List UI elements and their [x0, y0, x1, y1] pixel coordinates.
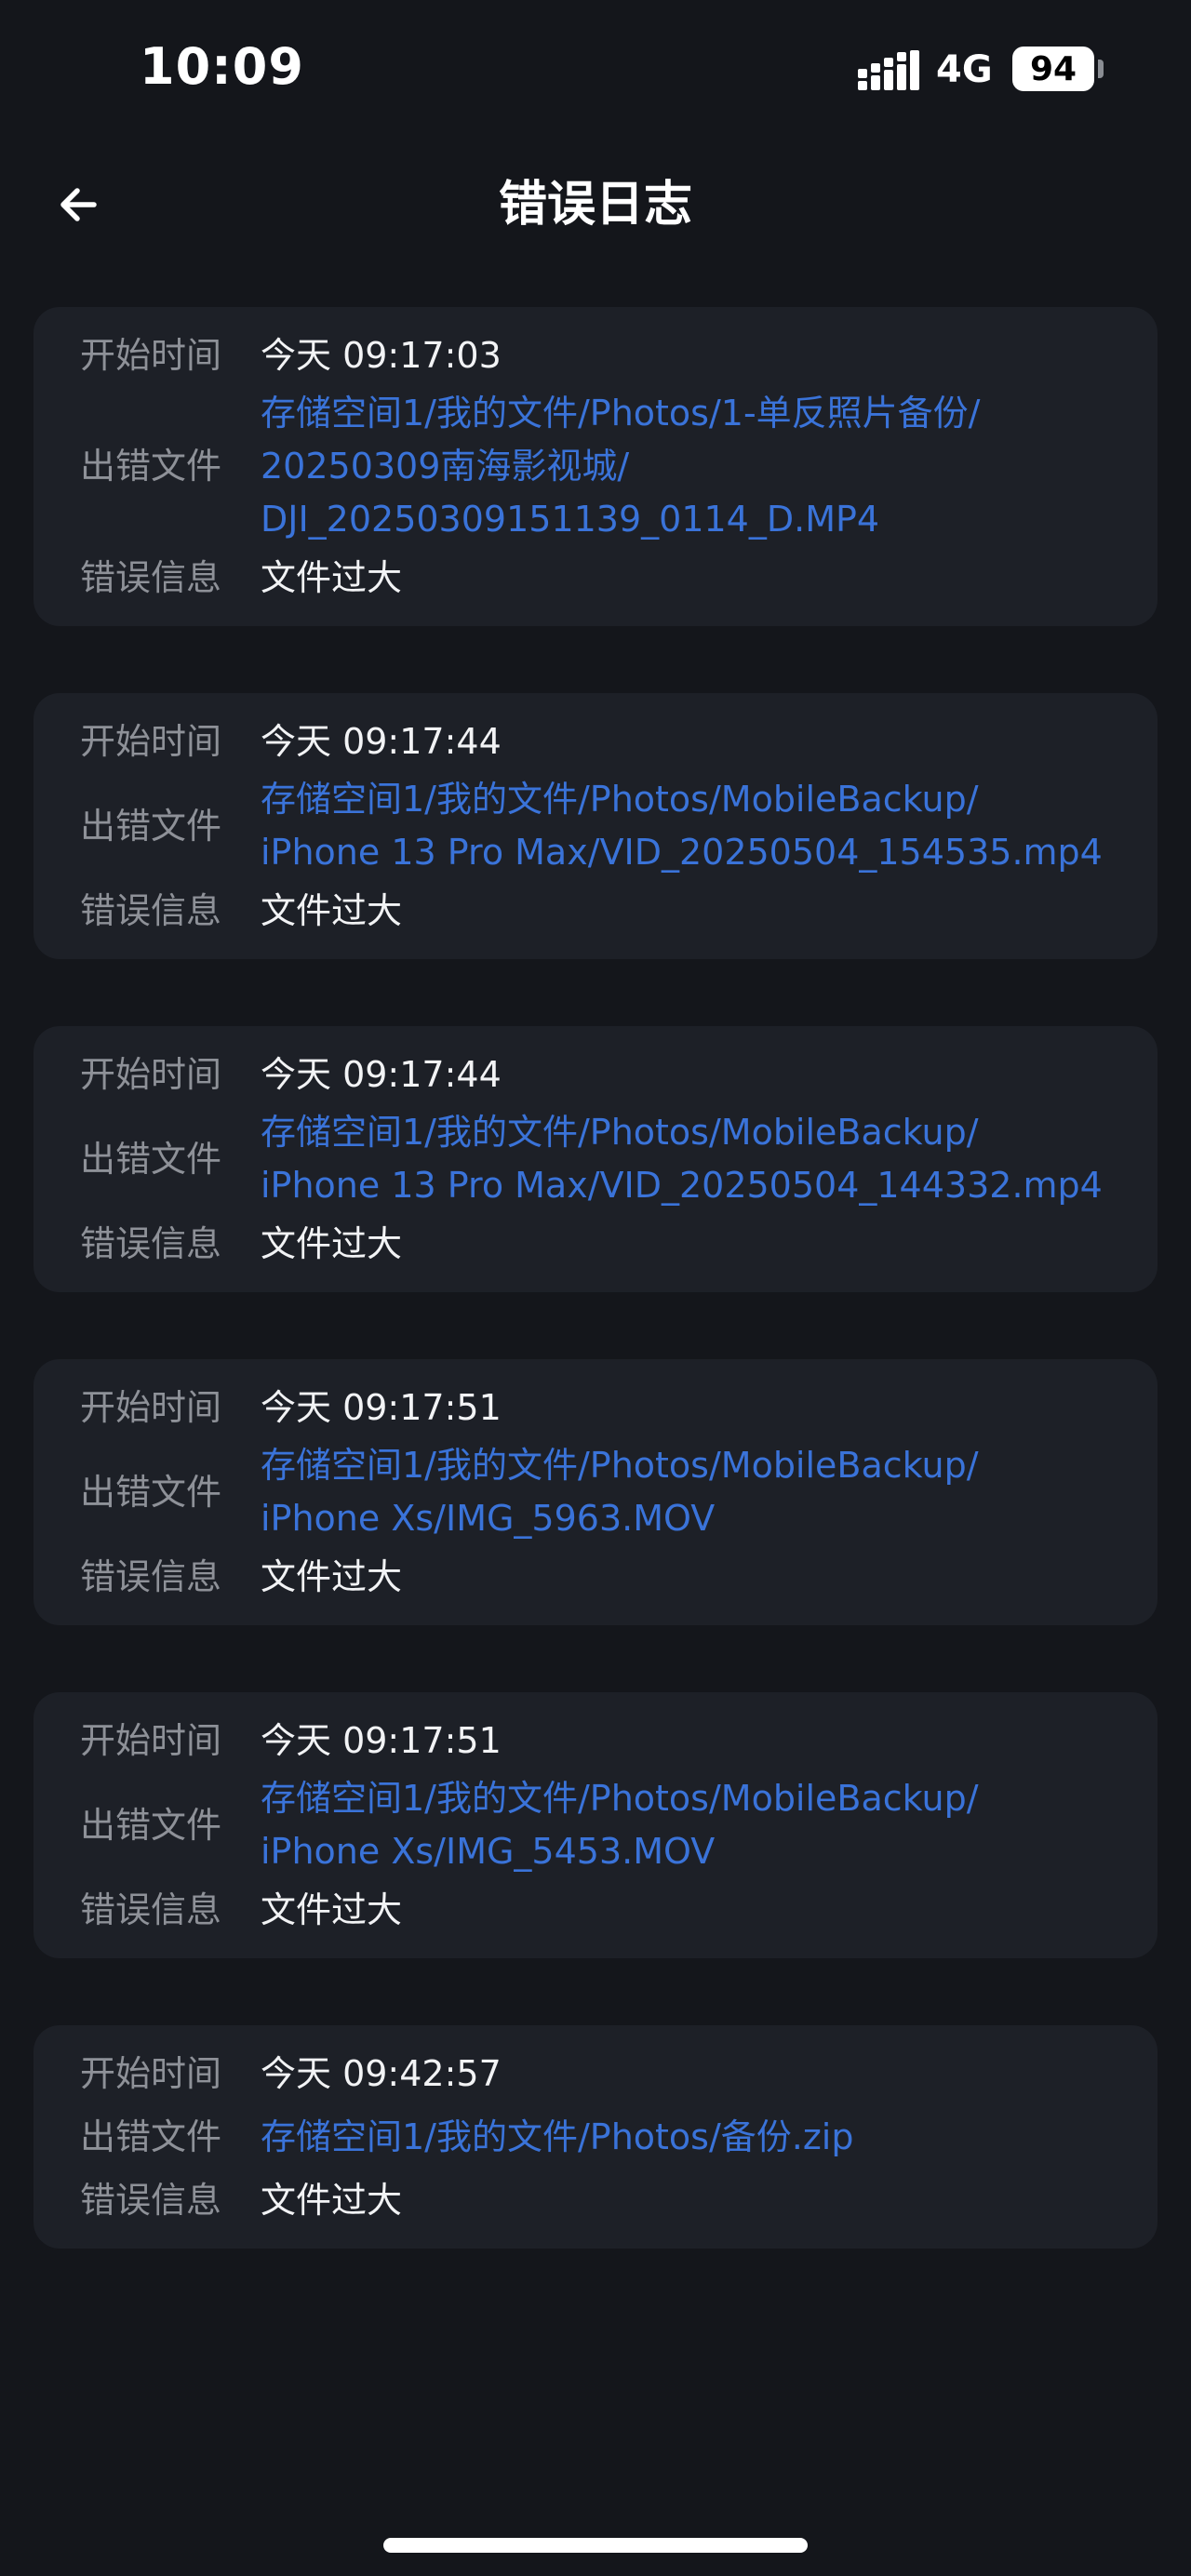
error-info-value-line: 文件过大 — [261, 1222, 403, 1264]
signal-icon — [858, 50, 919, 90]
error-file-row: 出错文件 存储空间1/我的文件/Photos/备份.zip — [33, 2105, 1158, 2169]
error-info-value: 文件过大 — [261, 2174, 439, 2227]
error-file-value-line: DJI_20250309151139_0114_D.MP4 — [261, 499, 880, 540]
page-title: 错误日志 — [498, 177, 692, 233]
battery-tip — [1098, 60, 1104, 78]
error-file-label: 出错文件 — [80, 1138, 222, 1180]
start-time-label: 开始时间 — [80, 1719, 222, 1761]
error-file-value-line: iPhone Xs/IMG_5453.MOV — [261, 1831, 716, 1872]
error-file-row: 出错文件 存储空间1/我的文件/Photos/MobileBackup/iPhon… — [33, 1439, 1158, 1545]
start-time-row: 开始时间 今天 09:17:03 — [33, 324, 1158, 387]
error-info-value-line: 文件过大 — [261, 2179, 403, 2221]
log-card: 开始时间 今天 09:17:44 出错文件 存储空间1/我的文件/Photos/Mob… — [33, 1026, 1158, 1292]
home-indicator[interactable] — [383, 2538, 808, 2553]
log-card: 开始时间 今天 09:17:44 出错文件 存储空间1/我的文件/Photos/Mob… — [33, 693, 1158, 959]
start-time-label: 开始时间 — [80, 1053, 222, 1095]
error-info-row: 错误信息 文件过大 — [33, 1212, 1158, 1275]
start-time-value: 今天 09:42:57 — [261, 2048, 539, 2101]
error-info-label: 错误信息 — [80, 1889, 222, 1930]
error-file-label: 出错文件 — [80, 805, 222, 847]
start-time-value-line: 今天 09:17:51 — [261, 1386, 502, 1428]
error-file-value-line: iPhone 13 Pro Max/VID_20250504_144332.mp… — [261, 1165, 1103, 1206]
error-file-label: 出错文件 — [80, 446, 222, 487]
log-card: 开始时间 今天 09:17:51 出错文件 存储空间1/我的文件/Photos/Mob… — [33, 1359, 1158, 1625]
error-file-value-line: 存储空间1/我的文件/Photos/MobileBackup/ — [261, 1778, 979, 1819]
error-file-row: 出错文件 存储空间1/我的文件/Photos/1-单反照片备份/20250309南… — [33, 387, 1158, 546]
log-card: 开始时间 今天 09:17:51 出错文件 存储空间1/我的文件/Photos/Mob… — [33, 1692, 1158, 1958]
error-info-label: 错误信息 — [80, 556, 222, 598]
error-file-value-line: 存储空间1/我的文件/Photos/MobileBackup/ — [261, 779, 979, 820]
error-info-label: 错误信息 — [80, 889, 222, 931]
error-info-row: 错误信息 文件过大 — [33, 879, 1158, 942]
start-time-label: 开始时间 — [80, 720, 222, 762]
start-time-label: 开始时间 — [80, 1386, 222, 1428]
error-file-value[interactable]: 存储空间1/我的文件/Photos/备份.zip — [261, 2111, 891, 2164]
error-info-value: 文件过大 — [261, 552, 439, 605]
battery-level: 94 — [1029, 49, 1077, 88]
error-file-label: 出错文件 — [80, 1804, 222, 1846]
start-time-value: 今天 09:17:51 — [261, 1381, 539, 1435]
start-time-label: 开始时间 — [80, 334, 222, 376]
error-file-value[interactable]: 存储空间1/我的文件/Photos/MobileBackup/iPhone 13… — [261, 773, 1140, 879]
start-time-label: 开始时间 — [80, 2052, 222, 2094]
start-time-value: 今天 09:17:03 — [261, 329, 539, 382]
error-file-value[interactable]: 存储空间1/我的文件/Photos/MobileBackup/iPhone 13… — [261, 1106, 1140, 1212]
start-time-row: 开始时间 今天 09:42:57 — [33, 2042, 1158, 2105]
log-card: 开始时间 今天 09:17:03 出错文件 存储空间1/我的文件/Photos/1-单… — [33, 307, 1158, 626]
error-file-row: 出错文件 存储空间1/我的文件/Photos/MobileBackup/iPhon… — [33, 1772, 1158, 1878]
start-time-value-line: 今天 09:17:44 — [261, 1053, 502, 1095]
error-file-value-line: 存储空间1/我的文件/Photos/MobileBackup/ — [261, 1445, 979, 1486]
error-info-label: 错误信息 — [80, 1555, 222, 1597]
log-list: 开始时间 今天 09:17:03 出错文件 存储空间1/我的文件/Photos/1-单… — [33, 307, 1158, 2249]
start-time-value: 今天 09:17:51 — [261, 1715, 539, 1768]
error-info-value: 文件过大 — [261, 885, 439, 938]
error-file-value-line: 存储空间1/我的文件/Photos/备份.zip — [261, 2116, 854, 2157]
error-info-row: 错误信息 文件过大 — [33, 546, 1158, 609]
error-info-value-line: 文件过大 — [261, 556, 403, 598]
error-info-value-line: 文件过大 — [261, 1555, 403, 1597]
error-file-value[interactable]: 存储空间1/我的文件/Photos/MobileBackup/iPhone Xs… — [261, 1439, 1016, 1545]
back-button[interactable] — [37, 171, 121, 238]
error-info-label: 错误信息 — [80, 1222, 222, 1264]
start-time-row: 开始时间 今天 09:17:51 — [33, 1376, 1158, 1439]
error-info-label: 错误信息 — [80, 2179, 222, 2221]
arrow-left-icon — [60, 188, 97, 221]
error-file-label: 出错文件 — [80, 2116, 222, 2157]
nav-bar: 错误日志 — [0, 140, 1191, 270]
error-info-value-line: 文件过大 — [261, 1889, 403, 1930]
error-file-row: 出错文件 存储空间1/我的文件/Photos/MobileBackup/iPhon… — [33, 773, 1158, 879]
status-time: 10:09 — [140, 37, 304, 96]
error-file-value[interactable]: 存储空间1/我的文件/Photos/MobileBackup/iPhone Xs… — [261, 1772, 1016, 1878]
error-file-value-line: iPhone 13 Pro Max/VID_20250504_154535.mp… — [261, 832, 1103, 873]
start-time-row: 开始时间 今天 09:17:51 — [33, 1709, 1158, 1772]
error-file-value-line: iPhone Xs/IMG_5963.MOV — [261, 1498, 716, 1539]
status-bar: 10:09 4G 94 — [0, 0, 1191, 140]
start-time-value: 今天 09:17:44 — [261, 715, 539, 768]
error-file-value-line: 存储空间1/我的文件/Photos/1-单反照片备份/ — [261, 393, 981, 434]
start-time-value-line: 今天 09:42:57 — [261, 2052, 502, 2094]
start-time-value-line: 今天 09:17:03 — [261, 334, 502, 376]
start-time-row: 开始时间 今天 09:17:44 — [33, 1043, 1158, 1106]
network-label: 4G — [936, 48, 993, 91]
log-card: 开始时间 今天 09:42:57 出错文件 存储空间1/我的文件/Photos/备份.… — [33, 2025, 1158, 2249]
start-time-value-line: 今天 09:17:51 — [261, 1719, 502, 1761]
error-file-row: 出错文件 存储空间1/我的文件/Photos/MobileBackup/iPhon… — [33, 1106, 1158, 1212]
start-time-value: 今天 09:17:44 — [261, 1048, 539, 1101]
error-info-row: 错误信息 文件过大 — [33, 1878, 1158, 1942]
error-info-value-line: 文件过大 — [261, 889, 403, 931]
error-info-value: 文件过大 — [261, 1551, 439, 1604]
error-file-value-line: 20250309南海影视城/ — [261, 446, 630, 487]
error-info-row: 错误信息 文件过大 — [33, 1545, 1158, 1608]
start-time-row: 开始时间 今天 09:17:44 — [33, 710, 1158, 773]
error-info-row: 错误信息 文件过大 — [33, 2169, 1158, 2232]
error-info-value: 文件过大 — [261, 1218, 439, 1271]
battery-icon: 94 — [1012, 47, 1094, 91]
start-time-value-line: 今天 09:17:44 — [261, 720, 502, 762]
error-file-value-line: 存储空间1/我的文件/Photos/MobileBackup/ — [261, 1112, 979, 1153]
error-file-label: 出错文件 — [80, 1471, 222, 1513]
error-file-value[interactable]: 存储空间1/我的文件/Photos/1-单反照片备份/20250309南海影视城… — [261, 387, 1017, 546]
error-log-screen: 10:09 4G 94 错误日志 开始时间 今天 09:17:03 出错文件 存储空间… — [0, 0, 1191, 2576]
error-info-value: 文件过大 — [261, 1884, 439, 1937]
